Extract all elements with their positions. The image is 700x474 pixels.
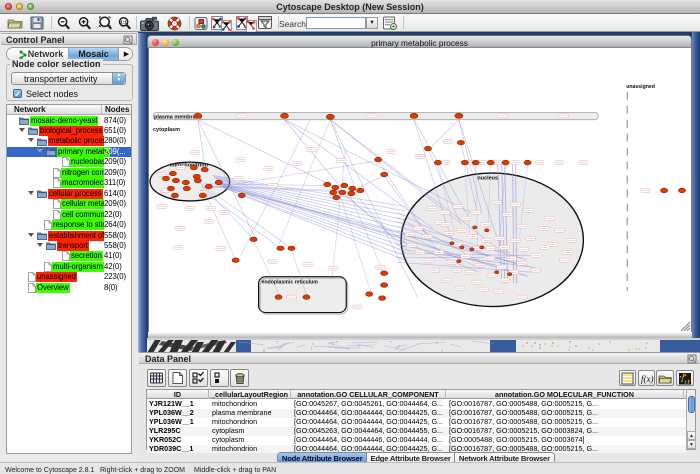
svg-text:f(x): f(x) bbox=[641, 374, 654, 384]
svg-text:unassigned: unassigned bbox=[626, 83, 655, 89]
svg-text:nucleus: nucleus bbox=[477, 175, 498, 181]
svg-text:endoplasmic reticulum: endoplasmic reticulum bbox=[262, 279, 319, 285]
svg-text:cytoplasm: cytoplasm bbox=[153, 127, 180, 133]
svg-text:1:1: 1:1 bbox=[120, 19, 127, 24]
